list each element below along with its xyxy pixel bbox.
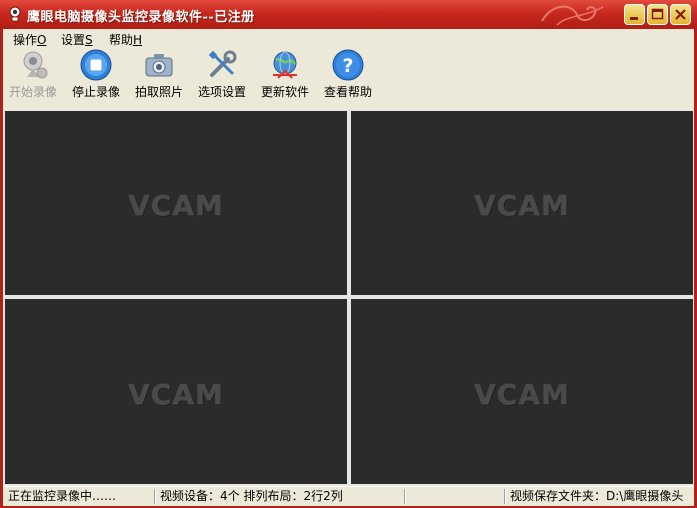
app-webcam-icon <box>9 6 21 22</box>
menu-help[interactable]: 帮助H <box>109 31 142 48</box>
status-device-layout: 视频设备：4个 排列布局：2行2列 <box>160 489 343 503</box>
tools-icon <box>208 50 237 77</box>
maximize-button[interactable] <box>647 4 668 25</box>
menu-operate[interactable]: 操作O <box>13 31 46 48</box>
vcam-watermark: VCAM <box>128 189 224 222</box>
menu-operate-label: 操作 <box>13 33 38 47</box>
menu-help-label: 帮助 <box>109 33 134 47</box>
status-divider <box>154 489 156 504</box>
take-photo-button[interactable]: 拍取照片 <box>128 47 190 103</box>
options-settings-button[interactable]: 选项设置 <box>191 47 253 103</box>
webcam-icon <box>23 51 48 79</box>
menu-bar: 操作O 设置S 帮助H <box>3 29 694 47</box>
title-bar[interactable]: 鹰眼电脑摄像头监控录像软件--已注册 <box>0 0 697 29</box>
camera-icon <box>145 54 173 77</box>
vcam-watermark: VCAM <box>474 189 570 222</box>
toolbar: 开始录像 停止录像 拍取照片 选项设置 更新软件 ? 查看帮助 <box>3 47 694 109</box>
stop-recording-button[interactable]: 停止录像 <box>65 47 127 103</box>
close-icon <box>675 9 686 20</box>
decorative-swirl-icon <box>541 5 604 26</box>
svg-text:?: ? <box>342 55 353 77</box>
update-software-button[interactable]: 更新软件 <box>254 47 316 103</box>
minimize-button[interactable] <box>624 4 645 25</box>
view-help-label: 查看帮助 <box>323 85 372 99</box>
status-bar: 正在监控录像中…… 视频设备：4个 排列布局：2行2列 视频保存文件夹：D:\鹰… <box>3 486 694 506</box>
menu-help-accel: H <box>133 33 143 47</box>
status-divider <box>404 489 406 504</box>
video-pane-4[interactable]: VCAM <box>351 299 693 484</box>
menu-settings[interactable]: 设置S <box>61 31 93 48</box>
stop-recording-label: 停止录像 <box>71 85 120 99</box>
globe-update-icon <box>273 51 297 79</box>
maximize-icon <box>651 8 664 20</box>
video-pane-1[interactable]: VCAM <box>5 111 347 295</box>
start-recording-button[interactable]: 开始录像 <box>2 47 64 103</box>
options-settings-label: 选项设置 <box>197 85 246 99</box>
help-icon: ? <box>332 49 364 81</box>
status-save-folder: 视频保存文件夹：D:\鹰眼摄像头 <box>510 489 683 503</box>
take-photo-label: 拍取照片 <box>134 85 183 99</box>
close-button[interactable] <box>670 4 691 25</box>
stop-icon <box>80 49 112 81</box>
menu-operate-accel: O <box>37 33 47 47</box>
status-recording-state: 正在监控录像中…… <box>8 489 117 503</box>
view-help-button[interactable]: ? 查看帮助 <box>317 47 379 103</box>
start-recording-label: 开始录像 <box>8 85 57 99</box>
status-empty-cell <box>407 488 503 504</box>
minimize-icon <box>630 17 638 20</box>
main-window: 鹰眼电脑摄像头监控录像软件--已注册 操作O 设置S 帮助H 开始录像 停止录像… <box>0 0 697 508</box>
vcam-watermark: VCAM <box>128 377 224 411</box>
video-grid: VCAM VCAM VCAM VCAM <box>4 110 693 485</box>
update-software-label: 更新软件 <box>260 85 309 99</box>
vcam-watermark: VCAM <box>474 377 570 411</box>
video-pane-3[interactable]: VCAM <box>5 299 347 484</box>
status-divider <box>504 489 506 504</box>
window-title: 鹰眼电脑摄像头监控录像软件--已注册 <box>27 10 255 25</box>
menu-settings-label: 设置 <box>61 33 86 47</box>
video-pane-2[interactable]: VCAM <box>351 111 693 295</box>
menu-settings-accel: S <box>85 33 93 47</box>
